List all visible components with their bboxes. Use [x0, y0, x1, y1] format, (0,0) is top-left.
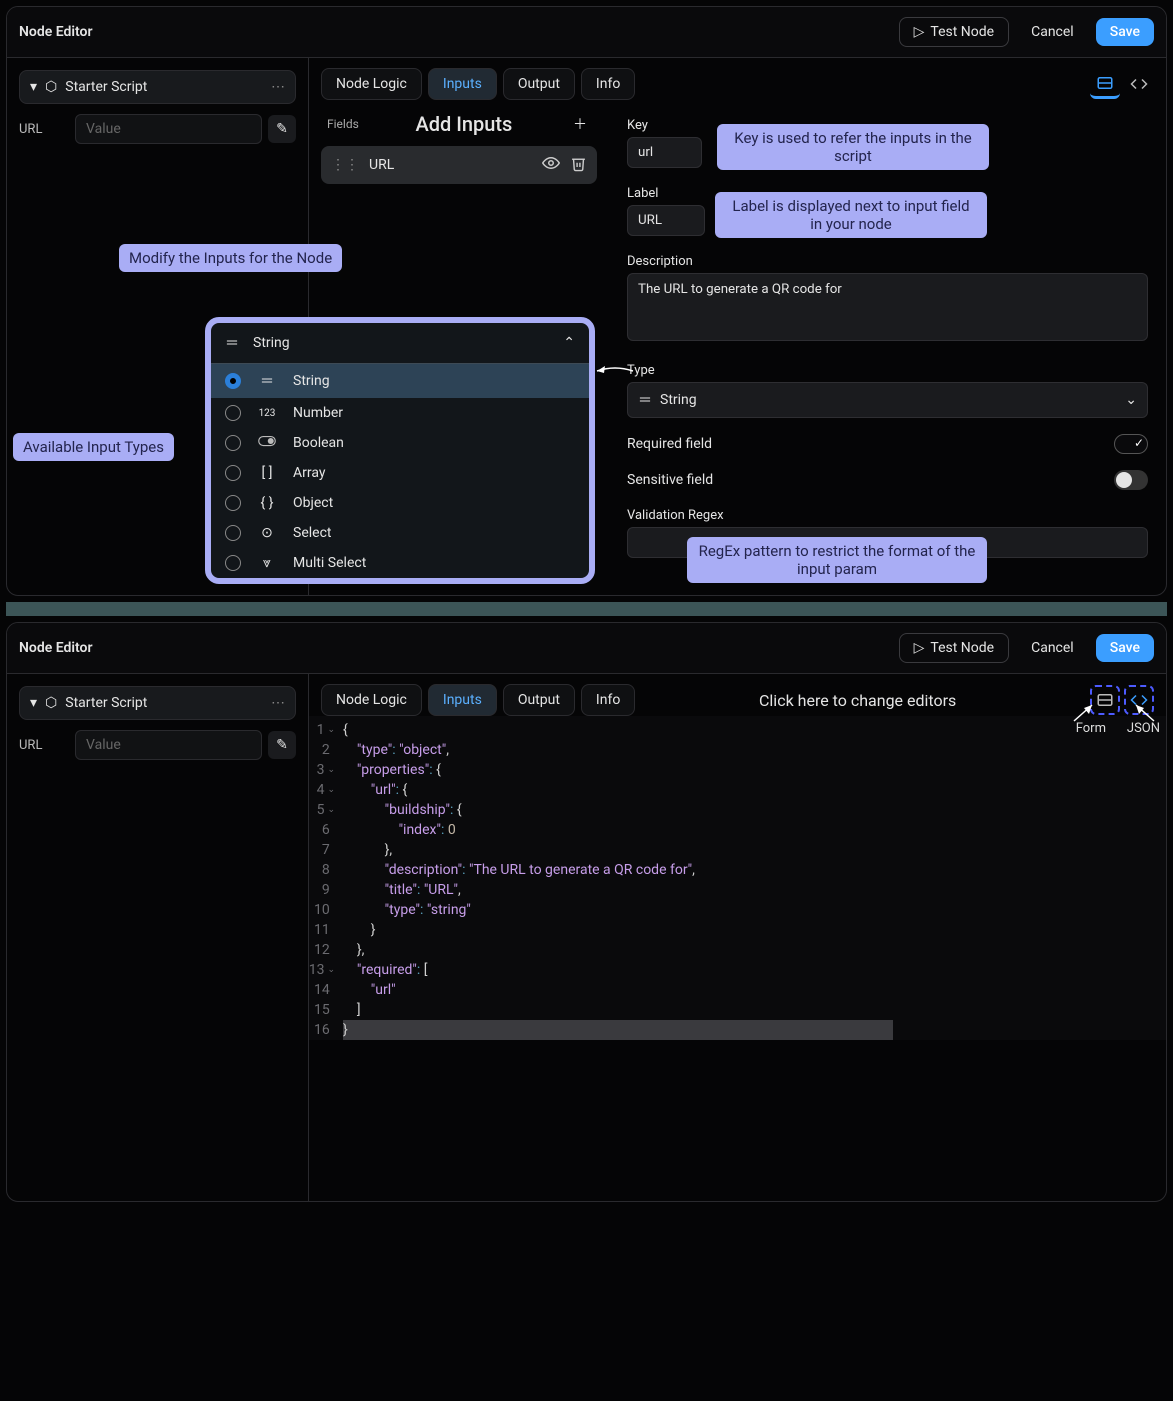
dropdown-option-string[interactable]: ＝String — [211, 364, 589, 398]
number-icon: 123 — [257, 408, 277, 419]
node-editor-json-section: Node Editor ▷ Test Node Cancel Save ▾ ⬡ … — [6, 622, 1167, 1202]
edit-icon[interactable]: ✎ — [268, 731, 296, 759]
type-dropdown[interactable]: ＝ String ⌃ ＝String 123Number Boolean [ ]… — [205, 317, 595, 584]
starter-script-card[interactable]: ▾ ⬡ Starter Script ⋯ — [19, 70, 296, 104]
sensitive-toggle[interactable] — [1114, 470, 1148, 490]
tab-inputs[interactable]: Inputs — [428, 68, 497, 100]
tab-info[interactable]: Info — [581, 68, 635, 100]
chevron-up-icon: ⌃ — [563, 335, 575, 351]
node-icon: ⬡ — [45, 79, 57, 95]
json-view-toggle[interactable] — [1124, 69, 1154, 99]
callout-key: Key is used to refer the inputs in the s… — [717, 124, 989, 170]
callout-modify: Modify the Inputs for the Node — [119, 244, 342, 272]
add-inputs-title: Add Inputs — [359, 112, 569, 136]
braces-icon: { } — [257, 495, 277, 511]
description-label: Description — [627, 254, 1148, 269]
tab-output[interactable]: Output — [503, 68, 575, 100]
tab-output-2[interactable]: Output — [503, 684, 575, 716]
save-button-2[interactable]: Save — [1096, 634, 1154, 662]
edit-icon[interactable]: ✎ — [268, 115, 296, 143]
tab-row-2: Node Logic Inputs Output Info Click here… — [309, 674, 1166, 716]
script-name: Starter Script — [65, 79, 147, 95]
app-title-2: Node Editor — [19, 640, 93, 656]
dropdown-option-number[interactable]: 123Number — [211, 398, 589, 428]
arrow-icon — [1132, 703, 1156, 723]
url-label: URL — [19, 122, 69, 137]
url-label-2: URL — [19, 738, 69, 753]
node-editor-form-section: Node Editor ▷ Test Node Cancel Save ▾ ⬡ … — [6, 6, 1167, 596]
test-node-button[interactable]: ▷ Test Node — [899, 17, 1009, 47]
toggle-icon — [257, 435, 277, 451]
arrow-icon — [1072, 703, 1096, 723]
multiselect-icon: ⩔ — [257, 555, 277, 571]
play-icon: ▷ — [914, 24, 925, 40]
text-icon: ＝ — [257, 371, 277, 391]
label-input[interactable] — [627, 205, 705, 236]
url-value-input[interactable]: Value — [75, 114, 262, 144]
url-value-input-2[interactable]: Value — [75, 730, 262, 760]
cancel-button-2[interactable]: Cancel — [1017, 634, 1088, 662]
field-item-label: URL — [369, 157, 394, 173]
tab-row: Node Logic Inputs Output Info — [309, 58, 1166, 100]
fields-label: Fields — [327, 117, 359, 131]
divider — [6, 602, 1167, 616]
more-icon[interactable]: ⋯ — [271, 79, 285, 95]
key-input[interactable] — [627, 137, 702, 168]
dropdown-option-select[interactable]: ⊙Select — [211, 518, 589, 548]
callout-regex: RegEx pattern to restrict the format of … — [687, 537, 987, 583]
input-properties-pane: Key Label Description The URL to generat… — [609, 100, 1166, 596]
dropdown-option-object[interactable]: { }Object — [211, 488, 589, 518]
brackets-icon: [ ] — [257, 465, 277, 481]
callout-label: Label is displayed next to input field i… — [715, 192, 987, 238]
save-button[interactable]: Save — [1096, 18, 1154, 46]
cancel-button[interactable]: Cancel — [1017, 18, 1088, 46]
tab-inputs-2[interactable]: Inputs — [428, 684, 497, 716]
json-label: JSON — [1127, 721, 1160, 736]
tab-node-logic-2[interactable]: Node Logic — [321, 684, 422, 716]
tab-info-2[interactable]: Info — [581, 684, 635, 716]
header-bar: Node Editor ▷ Test Node Cancel Save — [7, 7, 1166, 58]
add-input-button[interactable]: ＋ — [569, 110, 591, 138]
app-title: Node Editor — [19, 24, 93, 40]
form-label: Form — [1076, 721, 1106, 736]
dropdown-option-multiselect[interactable]: ⩔Multi Select — [211, 548, 589, 578]
form-view-toggle[interactable] — [1090, 69, 1120, 99]
dropdown-header-label: String — [253, 335, 290, 351]
test-node-button-2[interactable]: ▷ Test Node — [899, 633, 1009, 663]
json-code-editor[interactable]: 1⌄2 3⌄4⌄5⌄6 7 8 9 10 11 12 13⌄14 15 16 {… — [309, 716, 1166, 1040]
sensitive-label: Sensitive field — [627, 472, 713, 488]
regex-label: Validation Regex — [627, 508, 1148, 523]
drag-handle-icon[interactable]: ⋮⋮ — [331, 157, 359, 173]
text-icon: ＝ — [638, 390, 652, 410]
select-icon: ⊙ — [257, 525, 277, 541]
dropdown-option-boolean[interactable]: Boolean — [211, 428, 589, 458]
field-item-url[interactable]: ⋮⋮ URL — [321, 146, 597, 184]
type-label: Type — [627, 363, 1148, 378]
more-icon[interactable]: ⋯ — [271, 695, 285, 711]
arrow-icon — [595, 359, 635, 383]
required-label: Required field — [627, 436, 712, 452]
dropdown-option-array[interactable]: [ ]Array — [211, 458, 589, 488]
tab-node-logic[interactable]: Node Logic — [321, 68, 422, 100]
chevron-down-icon: ⌄ — [1125, 392, 1137, 408]
chevron-down-icon: ▾ — [30, 695, 37, 711]
play-icon: ▷ — [914, 640, 925, 656]
description-input[interactable]: The URL to generate a QR code for — [627, 273, 1148, 341]
node-icon: ⬡ — [45, 695, 57, 711]
left-pane-2: ▾ ⬡ Starter Script ⋯ URL Value ✎ — [7, 674, 309, 1202]
chevron-down-icon: ▾ — [30, 79, 37, 95]
header-bar-2: Node Editor ▷ Test Node Cancel Save — [7, 623, 1166, 674]
required-toggle[interactable] — [1114, 434, 1148, 454]
type-select[interactable]: ＝ String ⌄ — [627, 382, 1148, 418]
starter-script-card-2[interactable]: ▾ ⬡ Starter Script ⋯ — [19, 686, 296, 720]
visibility-icon[interactable] — [542, 154, 560, 176]
callout-editors: Click here to change editors — [759, 691, 956, 710]
callout-types: Available Input Types — [13, 433, 174, 461]
delete-icon[interactable] — [570, 155, 587, 176]
text-icon: ＝ — [225, 333, 239, 353]
script-name-2: Starter Script — [65, 695, 147, 711]
